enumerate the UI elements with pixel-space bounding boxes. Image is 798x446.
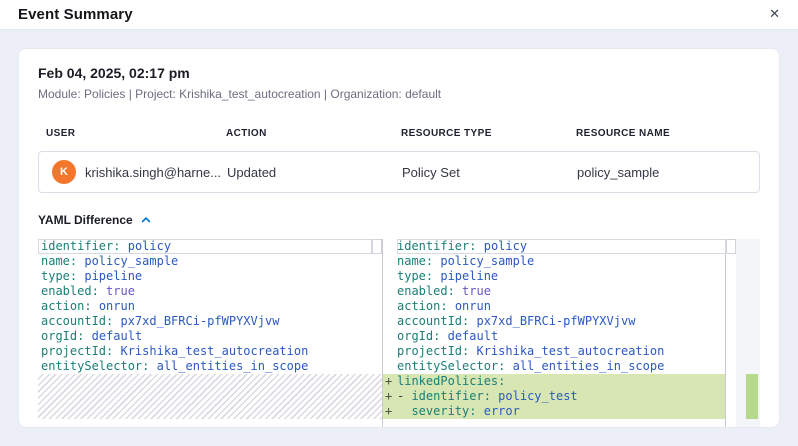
diff-line: entitySelector: all_entities_in_scope [41,359,382,374]
scroll-decoration [726,239,736,254]
diff-line: accountId: px7xd_BFRCi-pfWPYXVjvw [383,314,725,329]
event-card: Feb 04, 2025, 02:17 pm Module: Policies … [18,48,780,428]
yaml-difference-label: YAML Difference [38,213,133,227]
diff-line: entitySelector: all_entities_in_scope [383,359,725,374]
diff-line: enabled: true [383,284,725,299]
col-resource-name: RESOURCE NAME [576,128,760,139]
diff-placeholder-hatch [38,374,382,419]
diff-line: projectId: Krishika_test_autocreation [41,344,382,359]
diff-line: identifier: policy [41,239,382,254]
chevron-up-icon [140,214,152,226]
avatar: K [52,160,76,184]
diff-line: identifier: policy [383,239,725,254]
diff-original-pane[interactable]: identifier: policyname: policy_sampletyp… [38,239,383,428]
yaml-difference-toggle[interactable]: YAML Difference [38,213,152,227]
diff-line: name: policy_sample [383,254,725,269]
modal-body: Feb 04, 2025, 02:17 pm Module: Policies … [0,30,798,446]
overview-ruler[interactable] [736,239,760,428]
table-row: K krishika.singh@harne... Updated Policy… [38,151,760,193]
user-cell: K krishika.singh@harne... [39,160,227,184]
diff-line: accountId: px7xd_BFRCi-pfWPYXVjvw [41,314,382,329]
added-lines-marker [746,374,758,419]
diff-modified-code: identifier: policyname: policy_sampletyp… [383,239,726,428]
resource-type-cell: Policy Set [402,165,577,180]
yaml-diff-editor: identifier: policyname: policy_sampletyp… [38,239,760,428]
event-timestamp: Feb 04, 2025, 02:17 pm [38,65,760,81]
event-meta: Module: Policies | Project: Krishika_tes… [38,87,760,101]
diff-added-line: +linkedPolicies: [383,374,725,389]
diff-line: orgId: default [383,329,725,344]
diff-added-line: +- identifier: policy_test [383,389,725,404]
diff-line: action: onrun [383,299,725,314]
event-table-header: USER ACTION RESOURCE TYPE RESOURCE NAME [38,128,760,139]
user-email: krishika.singh@harne... [85,165,221,180]
diff-line: orgId: default [41,329,382,344]
diff-line: type: pipeline [41,269,382,284]
diff-modified-pane[interactable]: identifier: policyname: policy_sampletyp… [383,239,760,428]
diff-line: name: policy_sample [41,254,382,269]
diff-line: enabled: true [41,284,382,299]
col-resource-type: RESOURCE TYPE [401,128,576,139]
action-cell: Updated [227,165,402,180]
page-title: Event Summary [18,6,133,23]
modal-header: Event Summary ✕ [0,0,798,30]
close-icon[interactable]: ✕ [767,6,782,23]
resource-name-cell: policy_sample [577,165,759,180]
diff-line: projectId: Krishika_test_autocreation [383,344,725,359]
diff-line: type: pipeline [383,269,725,284]
diff-added-line: + severity: error [383,404,725,419]
col-user: USER [38,128,226,139]
diff-line: action: onrun [41,299,382,314]
col-action: ACTION [226,128,401,139]
